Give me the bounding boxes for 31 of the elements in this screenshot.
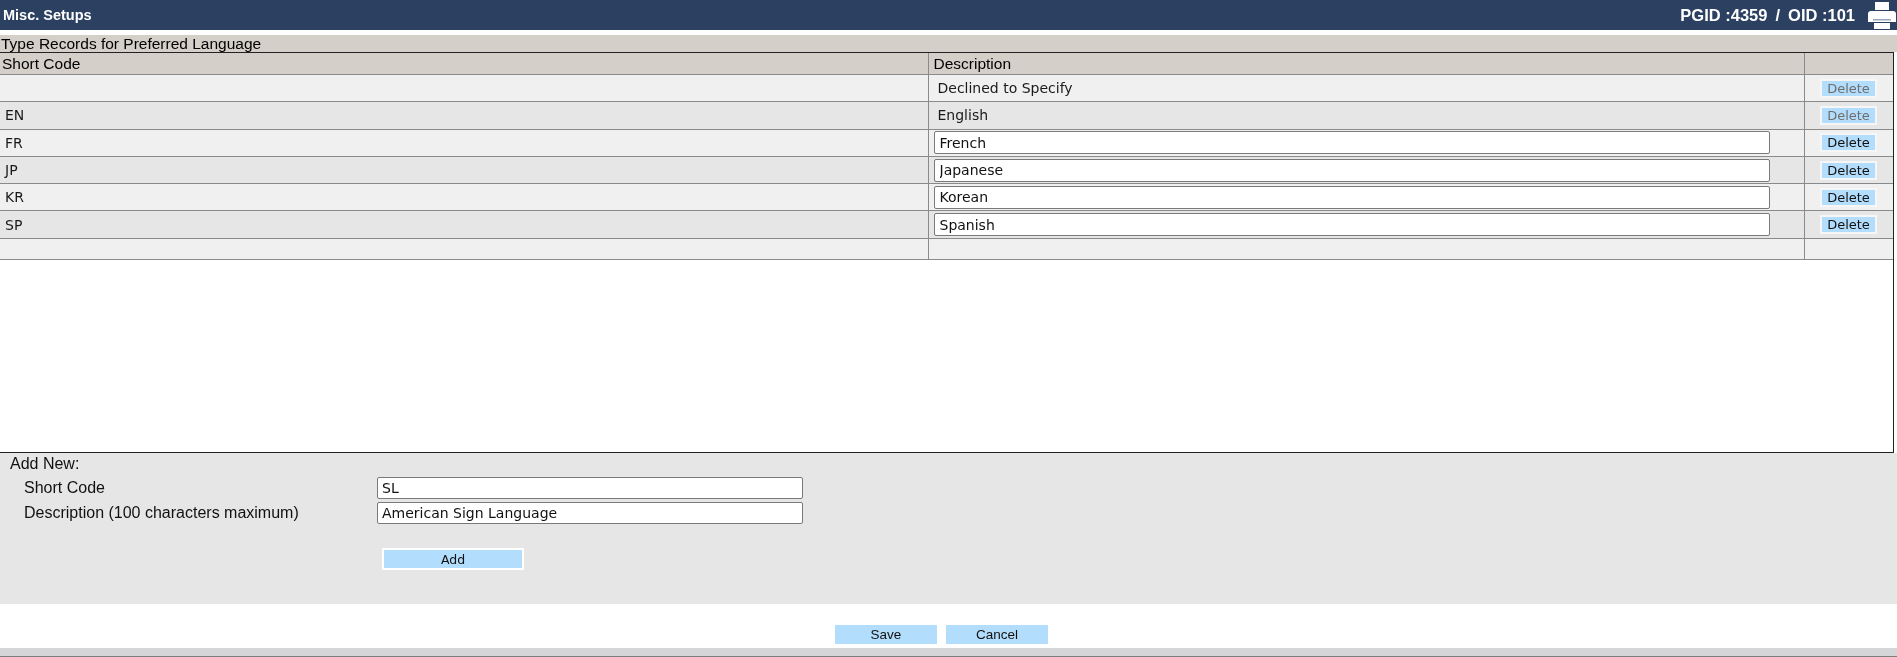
section-title: Type Records for Preferred Language	[0, 35, 1897, 52]
object-id-label: OID :101	[1788, 5, 1855, 25]
page-id-label: PGID :4359	[1680, 5, 1768, 25]
panel-title: Add New:	[10, 455, 80, 473]
delete-button[interactable]: Delete	[1820, 133, 1877, 153]
description-field[interactable]: Korean	[933, 185, 1770, 209]
text-field[interactable]: American Sign Language	[377, 502, 803, 524]
table-cell: SP	[0, 211, 928, 239]
separator-text: /	[1775, 5, 1781, 25]
delete-button[interactable]: Delete	[1820, 160, 1877, 180]
column-header: Description	[928, 53, 1804, 75]
field-label: Description (100 characters maximum)	[24, 504, 299, 522]
description-field[interactable]: Spanish	[933, 213, 1770, 237]
table-cell: EN	[0, 101, 928, 130]
table-cell: FR	[0, 129, 928, 157]
delete-button[interactable]: Delete	[1820, 187, 1877, 207]
cancel-button[interactable]: Cancel	[946, 625, 1048, 644]
table-cell: Declined to Specify	[928, 74, 1804, 102]
table-cell: JP	[0, 156, 928, 184]
delete-button[interactable]: Delete	[1820, 215, 1877, 235]
window-title: Misc. Setups	[3, 7, 92, 23]
field-label: Short Code	[24, 479, 105, 497]
column-header: Short Code	[0, 53, 928, 75]
table-cell: English	[928, 101, 1804, 130]
printer-icon[interactable]	[1868, 1, 1896, 29]
save-button[interactable]: Save	[835, 625, 937, 644]
description-field[interactable]: Japanese	[933, 158, 1770, 182]
text-field[interactable]: SL	[377, 477, 803, 499]
description-field[interactable]: French	[933, 131, 1770, 155]
table-cell: KR	[0, 183, 928, 211]
add-button[interactable]: Add	[382, 548, 524, 570]
